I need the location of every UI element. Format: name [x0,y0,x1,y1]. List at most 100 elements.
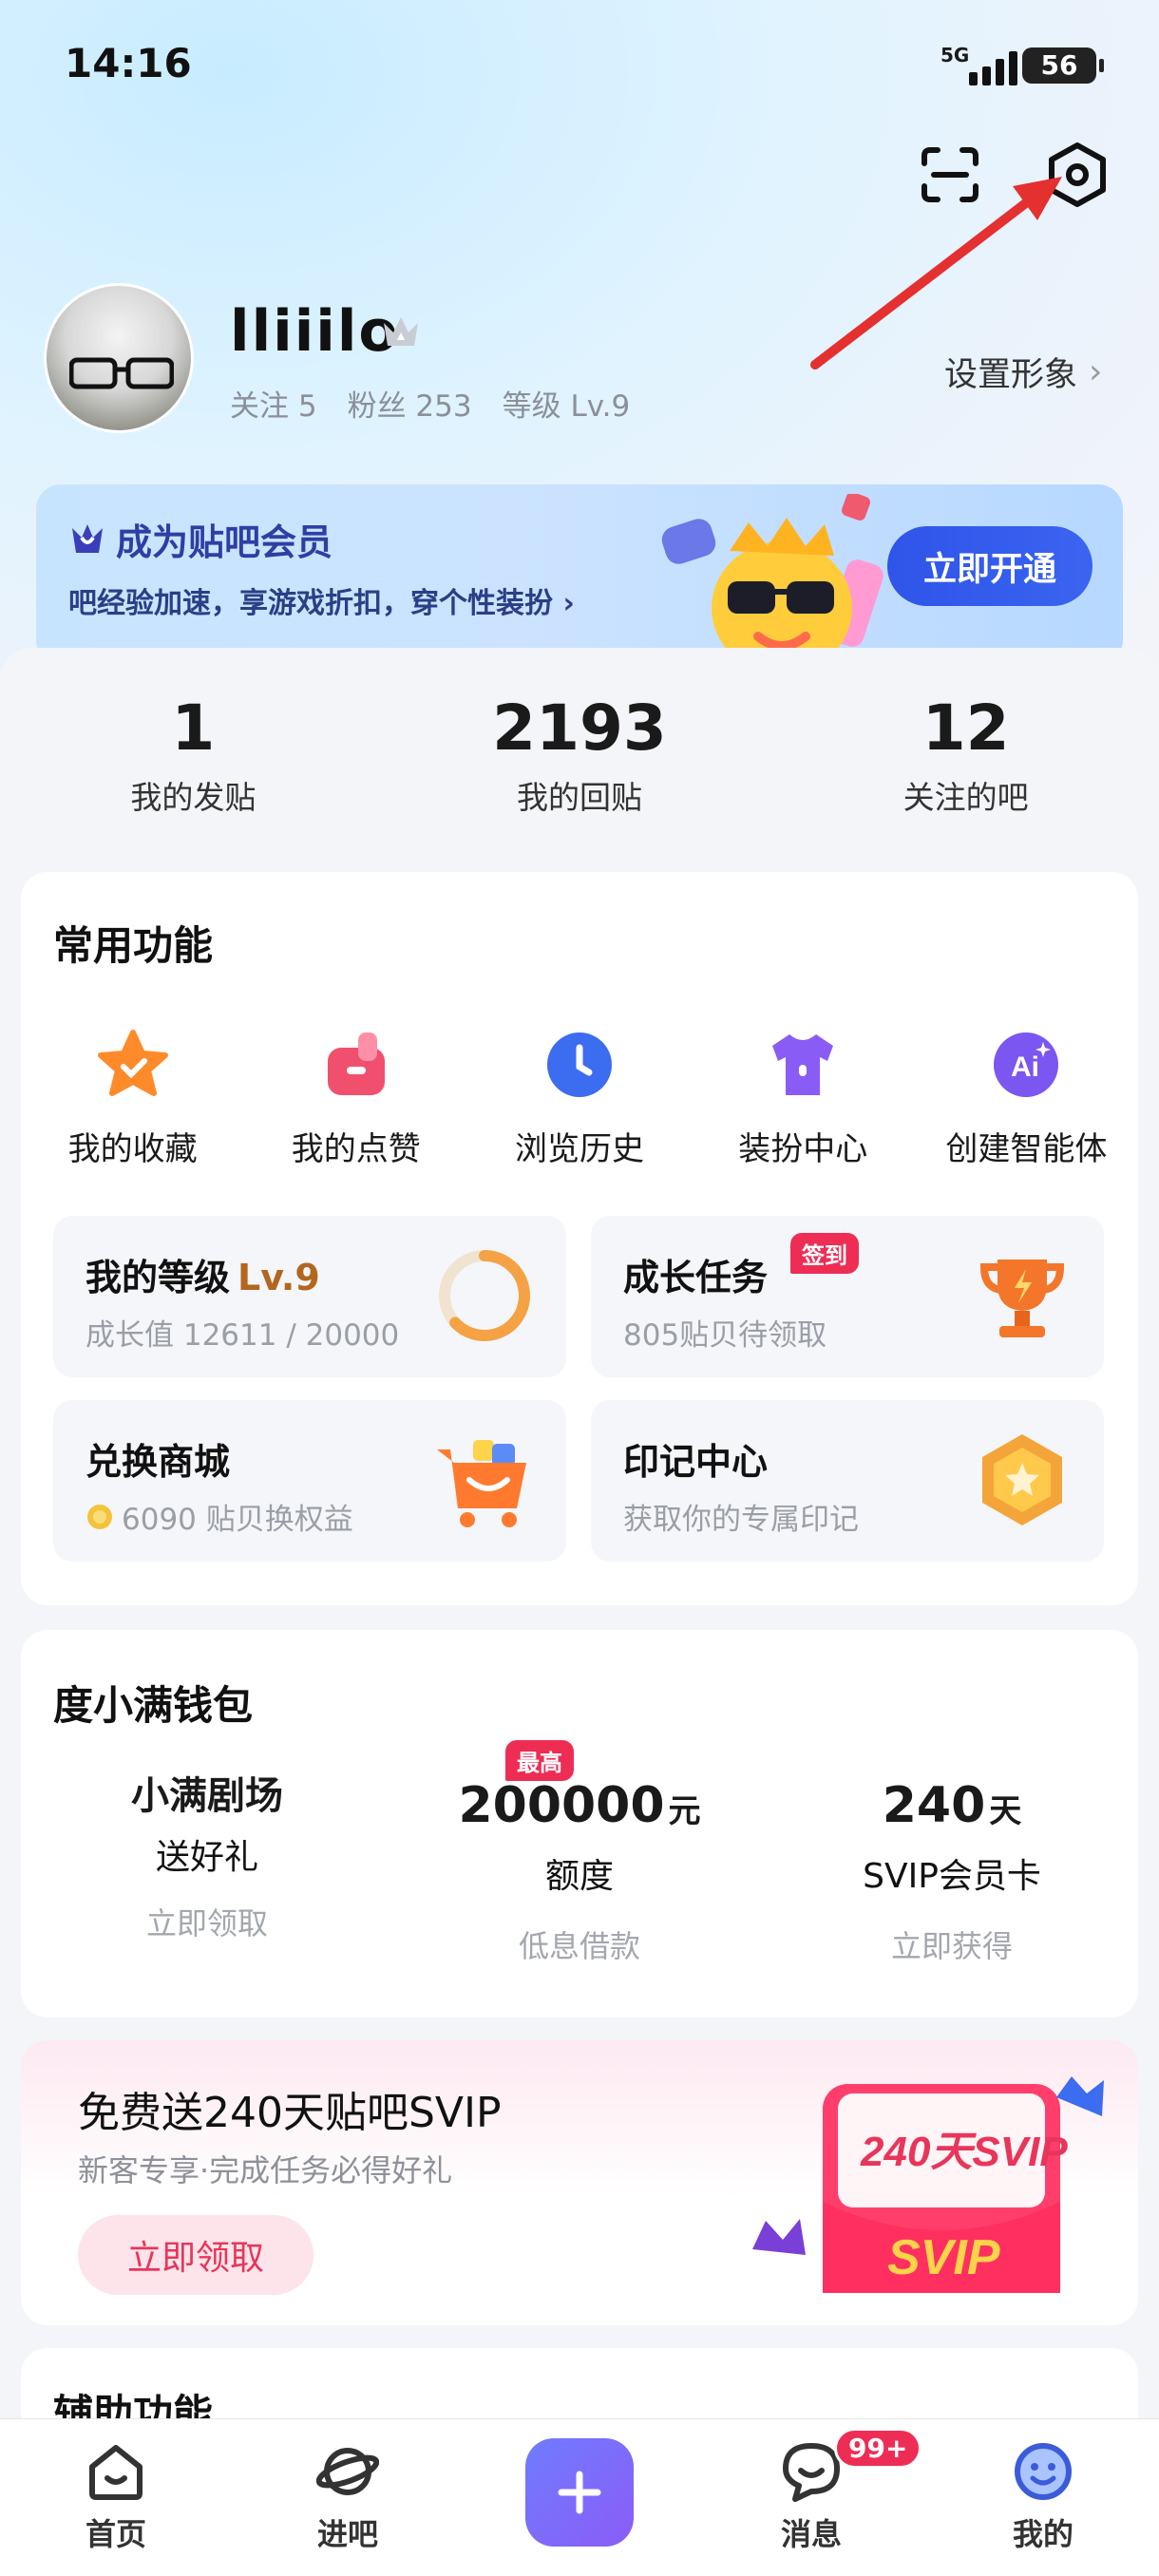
count-label: 我的回贴 [517,779,642,816]
svip-claim-button[interactable]: 立即领取 [78,2215,314,2295]
tile-subtitle: 获取你的专属印记 [623,1503,859,1537]
clock-icon [539,1024,620,1106]
count-label: 我的发贴 [130,779,256,816]
my-level-tile[interactable]: 我的等级 Lv.9 成长值 12611 / 20000 [53,1216,566,1377]
vip-title: 成为贴吧会员 [68,513,332,565]
avatar[interactable] [44,283,194,433]
svip-gift-illustration: 240天SVIP SVIP [752,2076,1104,2293]
my-replies[interactable]: 2193 我的回贴 [387,665,773,855]
wallet-cta[interactable]: 立即领取 [21,1900,393,1943]
count-value: 2193 [492,691,667,765]
sign-in-tag: 签到 [790,1233,859,1274]
set-image-link[interactable]: 设置形象 › [944,348,1102,396]
tile-title: 兑换商城 [86,1441,231,1483]
network-label: 5G [940,44,970,66]
count-value: 1 [171,691,216,765]
wallet-cta[interactable]: 低息借款 [393,1923,766,1966]
func-label: 创建智能体 [945,1130,1108,1168]
count-label: 关注的吧 [902,779,1029,816]
credit-unit: 元 [668,1792,701,1830]
set-image-label: 设置形象 [944,356,1078,394]
coin-icon [87,1504,112,1529]
tab-label: 我的 [1012,2516,1074,2552]
wallet-card: 度小满钱包 小满剧场 送好礼 立即领取 最高 200000 元 额度 低息借款 2… [21,1630,1138,2017]
fans-count[interactable]: 粉丝 253 [348,382,472,425]
wallet-credit[interactable]: 最高 200000 元 额度 低息借款 [393,1740,766,1966]
wallet-second: SVIP会员卡 [863,1857,1041,1896]
username: lliiilo [230,298,400,365]
tab-post[interactable] [464,2419,695,2576]
crown-badge-icon[interactable] [378,312,424,353]
user-stats: 关注 5 粉丝 253 等级 Lv.9 [230,382,630,425]
plus-icon [525,2438,634,2547]
create-agent-button[interactable]: Ai 创建智能体 [915,1024,1138,1169]
tab-home[interactable]: 首页 [0,2419,232,2576]
tab-label: 首页 [85,2516,146,2552]
avatar-glasses [69,357,174,389]
scan-icon [922,147,978,202]
shopping-cart-icon [437,1440,526,1527]
vip-banner[interactable]: 成为贴吧会员 吧经验加速，享游戏折扣，穿个性装扮 › 立即开通 [36,484,1123,665]
shop-subtitle: 6090 贴贝换权益 [122,1503,353,1537]
user-level[interactable]: 等级 Lv.9 [503,382,631,425]
wallet-cta[interactable]: 立即获得 [766,1923,1138,1966]
level-title: 我的等级 [86,1257,231,1298]
function-row: 我的收藏 我的点赞 浏览历史 装扮中心 Ai 创建智能体 [21,1024,1138,1169]
wallet-main: 200000 元 [393,1772,766,1839]
ai-icon: Ai [985,1024,1067,1106]
svip-promo-card[interactable]: 免费送240天贴吧SVIP 新客专享·完成任务必得好礼 立即领取 240天SVI… [21,2040,1138,2325]
scan-button[interactable] [914,139,986,211]
vip-open-button[interactable]: 立即开通 [887,526,1092,606]
my-posts[interactable]: 1 我的发贴 [0,665,387,855]
tile-subtitle: 805贴贝待领取 [623,1318,827,1353]
tshirt-icon [762,1024,844,1106]
count-value: 12 [922,691,1010,765]
svip-art-text-bottom: SVIP [887,2230,1000,2285]
vip-subtitle: 吧经验加速，享游戏折扣，穿个性装扮 › [68,587,575,620]
tab-label: 消息 [780,2516,842,2552]
settings-button[interactable] [1041,139,1113,211]
common-functions-card: 常用功能 我的收藏 我的点赞 浏览历史 装扮中心 Ai 创建智能体 我的等级 L… [21,872,1138,1605]
star-icon [92,1024,174,1106]
func-label: 装扮中心 [738,1130,868,1168]
func-label: 我的点赞 [291,1130,421,1168]
growth-value: 成长值 12611 / 20000 [86,1318,400,1353]
wallet-second: 送好礼 [155,1838,258,1877]
tile-title: 我的等级 Lv.9 [86,1248,320,1300]
exchange-shop-tile[interactable]: 兑换商城 6090 贴贝换权益 [53,1400,566,1562]
likes-button[interactable]: 我的点赞 [244,1024,467,1169]
func-label: 浏览历史 [515,1130,644,1168]
post-counts: 1 我的发贴 2193 我的回贴 12 关注的吧 [0,665,1159,855]
vip-crown-icon [72,523,103,553]
dressup-button[interactable]: 装扮中心 [692,1024,915,1169]
wallet-main: 240 天 [766,1772,1138,1839]
marks-center-tile[interactable]: 印记中心 获取你的专属印记 [591,1400,1104,1562]
growth-tasks-tile[interactable]: 成长任务 签到 805贴贝待领取 [591,1216,1104,1377]
svip-art-text-top: 240天SVIP [860,2129,1068,2175]
status-bar: 14:16 5G 56 [0,0,1159,133]
thumb-up-icon [315,1024,397,1106]
history-button[interactable]: 浏览历史 [467,1024,691,1169]
smile-icon [1010,2438,1076,2505]
svg-text:Ai: Ai [1011,1051,1039,1083]
tab-mine[interactable]: 我的 [927,2419,1159,2576]
message-badge: 99+ [834,2428,922,2469]
follow-count[interactable]: 关注 5 [230,382,317,425]
mascot-illustration [661,494,884,665]
wallet-options: 小满剧场 送好礼 立即领取 最高 200000 元 额度 低息借款 240 天 SV… [21,1740,1138,1966]
wallet-theater[interactable]: 小满剧场 送好礼 立即领取 [21,1763,393,1966]
svip-promo-title: 免费送240天贴吧SVIP [78,2089,502,2137]
favorites-button[interactable]: 我的收藏 [21,1024,244,1169]
followed-bars[interactable]: 12 关注的吧 [772,665,1159,855]
tile-title: 印记中心 [623,1441,769,1483]
svip-days-unit: 天 [989,1792,1022,1830]
vip-title-text: 成为贴吧会员 [116,521,333,563]
chevron-right-icon: › [1089,352,1103,391]
planet-icon [314,2438,381,2505]
tab-explore[interactable]: 进吧 [232,2419,464,2576]
signal-icon [969,47,1017,85]
tile-title: 成长任务 [623,1257,769,1298]
wallet-second: 额度 [544,1857,614,1896]
wallet-svip-card[interactable]: 240 天 SVIP会员卡 立即获得 [766,1763,1138,1966]
settings-hexagon-icon [1049,142,1106,207]
